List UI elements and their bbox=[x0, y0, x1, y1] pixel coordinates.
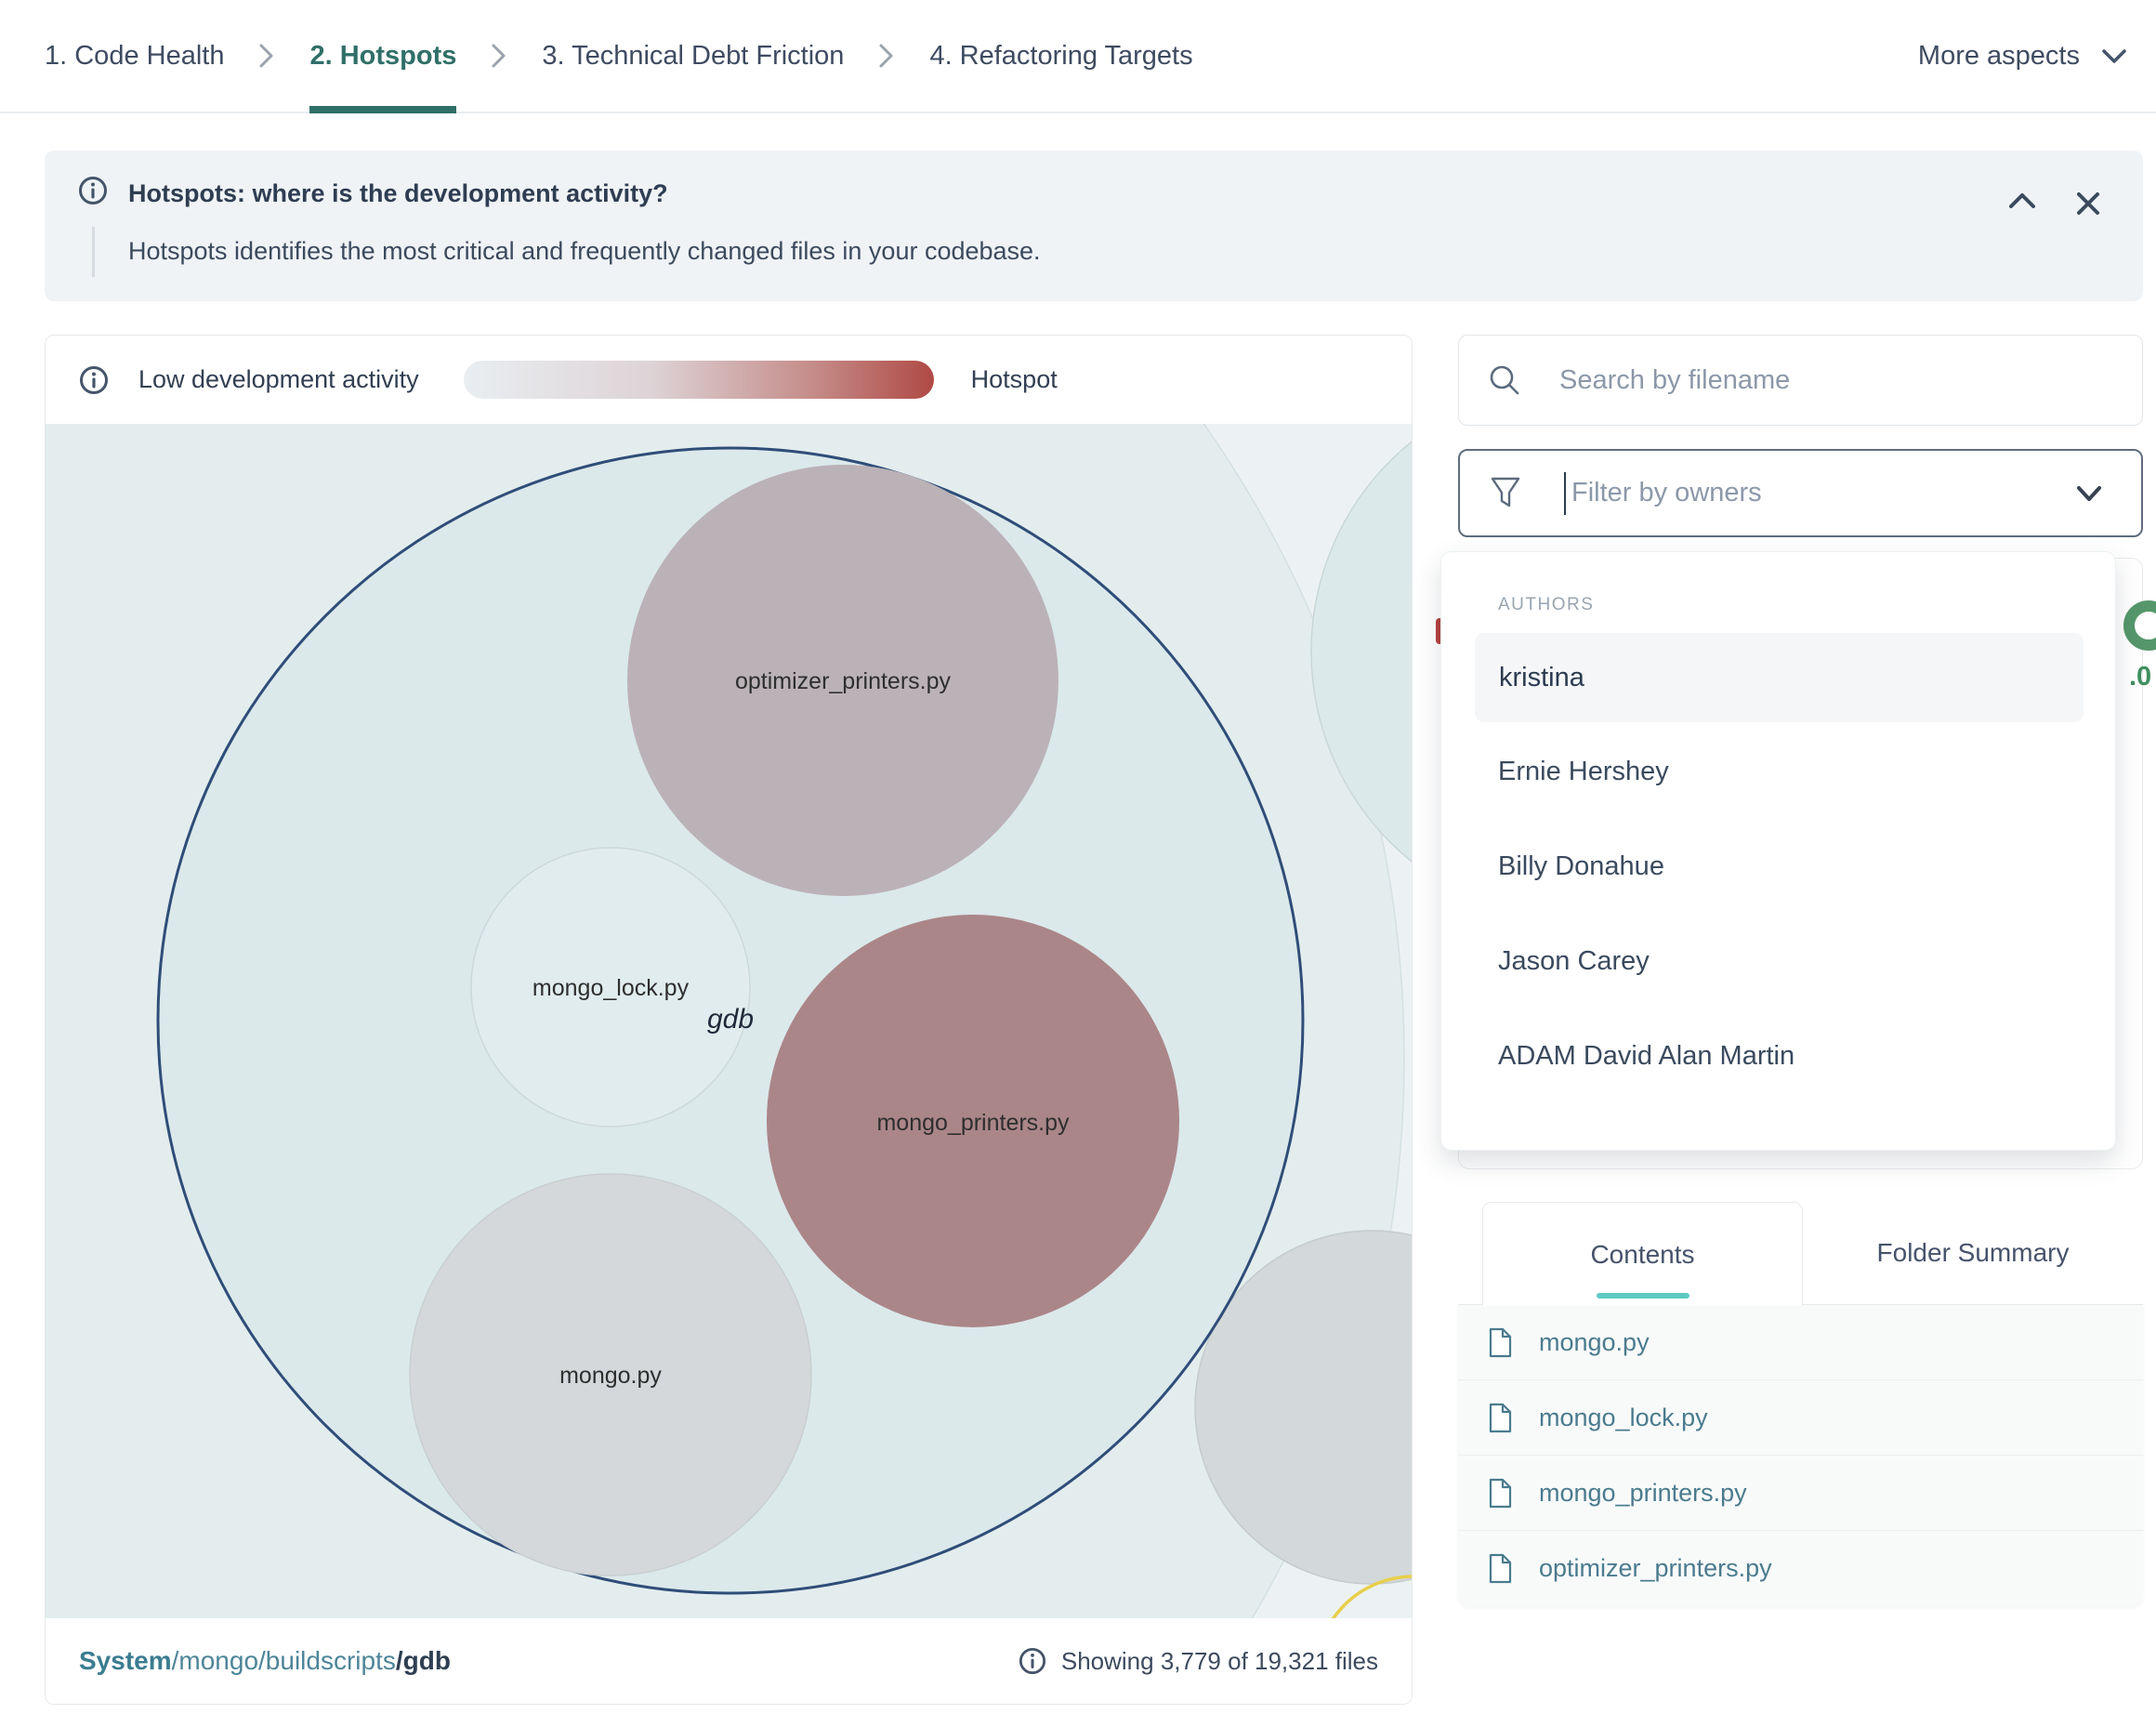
tab-label: Contents bbox=[1590, 1240, 1694, 1270]
chevron-right-icon bbox=[257, 42, 276, 70]
file-row-optimizer-printers[interactable]: optimizer_printers.py bbox=[1458, 1531, 2143, 1606]
authors-dropdown: AUTHORS kristina Ernie Hershey Billy Don… bbox=[1440, 551, 2116, 1151]
hotspot-map-card: Low development activity Hotspot optimiz… bbox=[45, 335, 1413, 1705]
info-icon[interactable] bbox=[1019, 1647, 1046, 1675]
legend-hotspot-label: Hotspot bbox=[971, 365, 1058, 394]
file-list: mongo.py mongo_lock.py mongo_printers.py… bbox=[1458, 1304, 2143, 1606]
nav-label: 4. Refactoring Targets bbox=[929, 41, 1192, 72]
author-option-adam-david-alan-martin[interactable]: ADAM David Alan Martin bbox=[1498, 1041, 1794, 1073]
activity-gradient-bar bbox=[464, 361, 934, 399]
nav-item-hotspots[interactable]: 2. Hotspots bbox=[309, 0, 456, 112]
tab-bar: Contents Folder Summary bbox=[1458, 1202, 2143, 1304]
search-input[interactable] bbox=[1558, 364, 2142, 397]
chevron-up-icon bbox=[2005, 190, 2039, 212]
nav-item-technical-debt-friction[interactable]: 3. Technical Debt Friction bbox=[542, 0, 844, 112]
file-icon bbox=[1488, 1478, 1513, 1509]
owner-filter[interactable] bbox=[1458, 449, 2143, 537]
tab-folder-summary[interactable]: Folder Summary bbox=[1803, 1202, 2143, 1304]
files-count-text: Showing 3,779 of 19,321 files bbox=[1061, 1647, 1378, 1676]
bubble-label: mongo.py bbox=[559, 1363, 662, 1389]
file-link[interactable]: mongo_printers.py bbox=[1539, 1479, 1747, 1508]
hotspots-info-banner: Hotspots: where is the development activ… bbox=[45, 151, 2143, 301]
chevron-down-icon[interactable] bbox=[2074, 483, 2104, 504]
author-option-ernie-hershey[interactable]: Ernie Hershey bbox=[1498, 757, 1669, 788]
nav-label: 3. Technical Debt Friction bbox=[542, 41, 844, 72]
chevron-right-icon bbox=[490, 42, 508, 70]
filename-search[interactable] bbox=[1458, 335, 2143, 426]
hotspot-bubble-map: optimizer_printers.py mongo_lock.py gdb … bbox=[46, 424, 1412, 1618]
activity-legend: Low development activity Hotspot bbox=[46, 336, 1412, 424]
folder-contents-card: Contents Folder Summary mongo.py mongo_l… bbox=[1458, 1202, 2143, 1606]
nav-label: 1. Code Health bbox=[45, 41, 224, 72]
file-row-mongo[interactable]: mongo.py bbox=[1458, 1305, 2143, 1380]
breadcrumb-separator: / bbox=[396, 1646, 403, 1675]
info-icon[interactable] bbox=[79, 365, 109, 395]
file-row-mongo-lock[interactable]: mongo_lock.py bbox=[1458, 1380, 2143, 1456]
quote-bar bbox=[92, 227, 95, 277]
folder-label-gdb: gdb bbox=[707, 1004, 754, 1035]
info-icon bbox=[78, 176, 108, 205]
chevron-down-icon bbox=[2100, 46, 2128, 65]
more-aspects-button[interactable]: More aspects bbox=[1918, 41, 2128, 72]
file-icon bbox=[1488, 1553, 1513, 1584]
breadcrumb-current: gdb bbox=[403, 1646, 451, 1675]
bubble-label: optimizer_printers.py bbox=[735, 668, 952, 694]
file-link[interactable]: mongo.py bbox=[1539, 1328, 1650, 1357]
filter-funnel-icon bbox=[1488, 475, 1523, 512]
breadcrumb-root[interactable]: System bbox=[79, 1646, 172, 1675]
authors-heading: AUTHORS bbox=[1498, 595, 1594, 615]
collapse-banner-button[interactable] bbox=[2005, 190, 2039, 212]
banner-description: Hotspots identifies the most critical an… bbox=[128, 237, 1041, 266]
file-link[interactable]: optimizer_printers.py bbox=[1539, 1554, 1772, 1583]
nav-label: 2. Hotspots bbox=[309, 41, 456, 72]
nav-item-code-health[interactable]: 1. Code Health bbox=[45, 0, 224, 112]
close-banner-button[interactable] bbox=[2074, 190, 2102, 218]
map-footer: System/mongo/buildscripts/gdb Showing 3,… bbox=[46, 1618, 1412, 1704]
author-option-billy-donahue[interactable]: Billy Donahue bbox=[1498, 851, 1664, 883]
bubble-label: mongo_lock.py bbox=[532, 975, 690, 1001]
tab-contents[interactable]: Contents bbox=[1482, 1202, 1803, 1306]
search-icon bbox=[1487, 363, 1522, 398]
author-option-label: kristina bbox=[1499, 663, 1584, 693]
owner-filter-input[interactable] bbox=[1570, 477, 2074, 509]
text-caret bbox=[1564, 472, 1566, 515]
main-content: Low development activity Hotspot optimiz… bbox=[45, 335, 2143, 1705]
breadcrumb-path[interactable]: /mongo/buildscripts bbox=[172, 1646, 396, 1675]
code-health-score-fragment: .0 bbox=[2129, 662, 2151, 692]
author-option-jason-carey[interactable]: Jason Carey bbox=[1498, 946, 1650, 978]
chevron-right-icon bbox=[877, 42, 896, 70]
hotspots-page: 1. Code Health 2. Hotspots 3. Technical … bbox=[0, 0, 2156, 1727]
file-link[interactable]: mongo_lock.py bbox=[1539, 1404, 1708, 1432]
bubble-label: mongo_printers.py bbox=[876, 1110, 1070, 1136]
breadcrumb[interactable]: System/mongo/buildscripts/gdb bbox=[79, 1646, 451, 1676]
file-row-mongo-printers[interactable]: mongo_printers.py bbox=[1458, 1456, 2143, 1531]
side-panel: .0 AUTHORS kristina Ernie Hershey Billy … bbox=[1458, 335, 2143, 1654]
aspect-navigation: 1. Code Health 2. Hotspots 3. Technical … bbox=[0, 0, 2156, 113]
active-tab-underline bbox=[1597, 1293, 1689, 1299]
author-option-kristina[interactable]: kristina bbox=[1475, 633, 2084, 722]
tab-label: Folder Summary bbox=[1877, 1238, 2070, 1268]
nav-item-refactoring-targets[interactable]: 4. Refactoring Targets bbox=[929, 0, 1192, 112]
file-icon bbox=[1488, 1403, 1513, 1433]
file-icon bbox=[1488, 1327, 1513, 1358]
files-count-status: Showing 3,779 of 19,321 files bbox=[1019, 1647, 1378, 1676]
legend-low-label: Low development activity bbox=[138, 365, 419, 394]
banner-title: Hotspots: where is the development activ… bbox=[128, 179, 668, 208]
close-icon bbox=[2074, 190, 2102, 218]
more-aspects-label: More aspects bbox=[1918, 41, 2080, 72]
